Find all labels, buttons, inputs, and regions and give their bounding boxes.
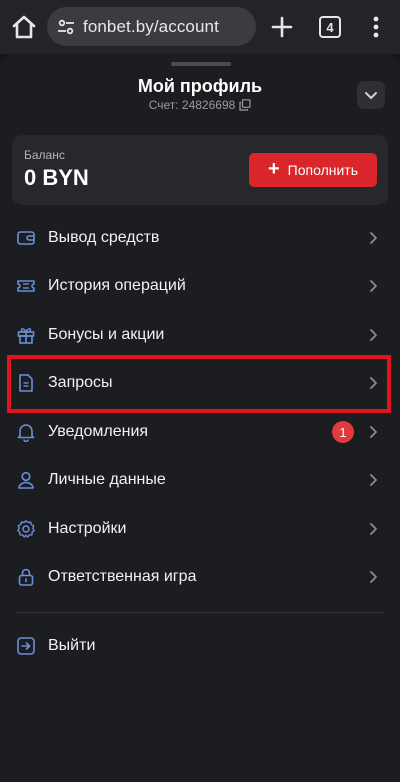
balance-value: 0 BYN xyxy=(24,165,89,190)
menu-item-label: Бонусы и акции xyxy=(48,326,165,343)
account-number: Счет: 24826698 xyxy=(0,98,400,112)
balance-label: Баланс xyxy=(24,148,65,162)
menu-item-label: Личные данные xyxy=(48,471,166,488)
home-icon[interactable] xyxy=(10,14,38,40)
logout-label: Выйти xyxy=(48,637,96,654)
chevron-right-icon xyxy=(370,571,377,583)
chevron-right-icon xyxy=(370,280,377,292)
chevron-down-icon xyxy=(365,92,377,99)
menu-divider xyxy=(16,612,384,613)
site-settings-icon[interactable] xyxy=(57,18,75,36)
topup-label: Пополнить xyxy=(287,162,359,178)
menu-item-personal-data[interactable]: Личные данные xyxy=(0,456,400,504)
bell-icon xyxy=(17,424,35,442)
lock-icon xyxy=(18,568,34,586)
chevron-right-icon xyxy=(370,232,377,244)
menu-item-label: Запросы xyxy=(48,374,113,391)
menu-item-label: История операций xyxy=(48,277,186,294)
browser-toolbar: fonbet.by/account 4 xyxy=(0,0,400,54)
menu-item-responsible-gaming[interactable]: Ответственная игра xyxy=(0,553,400,601)
ticket-icon xyxy=(17,280,35,292)
new-tab-icon[interactable] xyxy=(269,14,295,40)
menu-item-label: Вывод средств xyxy=(48,229,160,246)
menu-item-label: Ответственная игра xyxy=(48,568,197,585)
menu-item-label: Настройки xyxy=(48,520,127,537)
profile-sheet: Мой профиль Счет: 24826698 Баланс 0 BYN … xyxy=(0,54,400,782)
drag-handle[interactable] xyxy=(171,62,231,66)
document-icon xyxy=(19,374,33,392)
chevron-right-icon xyxy=(370,377,377,389)
balance-card: Баланс 0 BYN + Пополнить xyxy=(12,135,388,205)
plus-icon: + xyxy=(267,158,280,180)
notification-badge: 1 xyxy=(332,421,354,443)
more-vert-icon[interactable] xyxy=(367,15,385,39)
menu-item-notifications[interactable]: Уведомления 1 xyxy=(0,408,400,456)
menu-item-history[interactable]: История операций xyxy=(0,262,400,310)
menu-item-bonuses[interactable]: Бонусы и акции xyxy=(0,311,400,359)
gear-icon xyxy=(17,520,35,538)
menu-item-settings[interactable]: Настройки xyxy=(0,505,400,553)
page-title: Мой профиль xyxy=(137,76,263,96)
chevron-right-icon xyxy=(370,329,377,341)
topup-button[interactable]: + Пополнить xyxy=(249,153,377,187)
user-icon xyxy=(18,471,34,489)
tab-count: 4 xyxy=(326,19,334,35)
menu-item-logout[interactable]: Выйти xyxy=(0,622,400,670)
url-text: fonbet.by/account xyxy=(83,16,219,36)
copy-icon[interactable] xyxy=(239,99,251,111)
menu-item-requests[interactable]: Запросы xyxy=(0,359,400,407)
menu-item-label: Уведомления xyxy=(48,423,149,440)
logout-icon xyxy=(17,637,35,655)
collapse-button[interactable] xyxy=(357,81,385,109)
chevron-right-icon xyxy=(370,474,377,486)
tab-switcher-button[interactable]: 4 xyxy=(319,16,341,38)
chevron-right-icon xyxy=(370,523,377,535)
address-bar[interactable]: fonbet.by/account xyxy=(47,7,256,46)
account-label: Счет: 24826698 xyxy=(148,98,236,112)
chevron-right-icon xyxy=(370,426,377,438)
gift-icon xyxy=(17,328,35,344)
menu-item-withdraw[interactable]: Вывод средств xyxy=(0,214,400,262)
wallet-icon xyxy=(17,231,35,245)
